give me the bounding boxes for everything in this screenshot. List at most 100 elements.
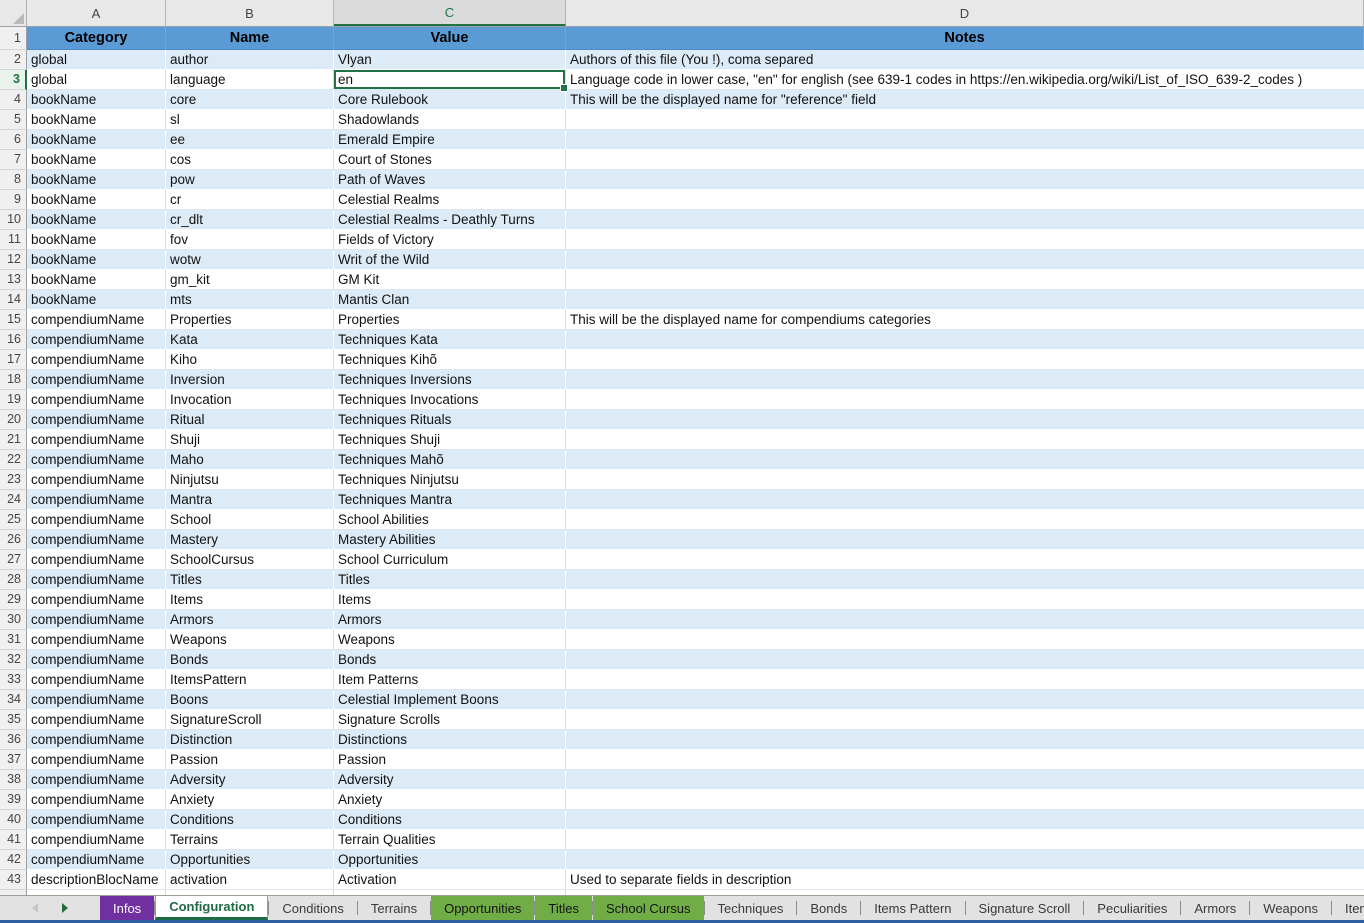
column-header-b[interactable]: B [166,0,334,26]
cell-notes[interactable] [566,430,1364,450]
cell-name[interactable]: Opportunities [166,850,334,870]
cell-category[interactable]: bookName [27,90,166,110]
header-cell-category[interactable]: Category [27,27,166,50]
cell-name[interactable]: Ninjutsu [166,470,334,490]
cell-value[interactable]: Terrain Qualities [334,830,566,850]
cell-value[interactable]: Celestial Realms - Deathly Turns [334,210,566,230]
row-header[interactable]: 18 [0,370,27,390]
cell-value[interactable]: Activation [334,870,566,890]
cell-value[interactable]: GM Kit [334,270,566,290]
cell-value[interactable]: Armors [334,610,566,630]
row-header[interactable]: 12 [0,250,27,270]
cell-category[interactable]: compendiumName [27,690,166,710]
cell-name[interactable]: School [166,510,334,530]
cell-category[interactable]: compendiumName [27,610,166,630]
cell-notes[interactable] [566,290,1364,310]
cell-value[interactable]: Items [334,590,566,610]
cell-value[interactable]: Mantis Clan [334,290,566,310]
cell-category[interactable]: compendiumName [27,570,166,590]
select-all-corner[interactable] [0,0,27,26]
row-header[interactable]: 37 [0,750,27,770]
cell-name[interactable]: Properties [166,310,334,330]
cell-notes[interactable] [566,350,1364,370]
row-header[interactable]: 2 [0,50,27,70]
row-header[interactable]: 28 [0,570,27,590]
row-header[interactable]: 34 [0,690,27,710]
cell-category[interactable]: compendiumName [27,350,166,370]
column-header-a[interactable]: A [27,0,166,26]
cell-category[interactable]: compendiumName [27,790,166,810]
cell-category[interactable]: compendiumName [27,710,166,730]
cell-value[interactable]: Passion [334,750,566,770]
cell-value[interactable]: Mastery Abilities [334,530,566,550]
cell-category[interactable]: compendiumName [27,750,166,770]
cell-notes[interactable] [566,550,1364,570]
cell-notes[interactable] [566,730,1364,750]
sheet-tab-opportunities[interactable]: Opportunities [431,896,534,920]
cell-category[interactable]: compendiumName [27,650,166,670]
sheet-tab-configuration[interactable]: Configuration [155,896,268,920]
cell-category[interactable]: compendiumName [27,550,166,570]
cell-name[interactable]: Kiho [166,350,334,370]
cell-category[interactable]: compendiumName [27,810,166,830]
cell-value[interactable]: Bonds [334,650,566,670]
cell-notes[interactable] [566,410,1364,430]
sheet-tab-items-pattern[interactable]: Items Pattern [861,896,964,920]
tab-scroll-right-icon[interactable] [62,903,68,913]
cell-category[interactable]: compendiumName [27,410,166,430]
cell-value[interactable]: Signature Scrolls [334,710,566,730]
cell-category[interactable]: compendiumName [27,430,166,450]
sheet-tab-techniques[interactable]: Techniques [705,896,797,920]
row-header[interactable]: 13 [0,270,27,290]
row-header[interactable]: 8 [0,170,27,190]
cell-name[interactable]: ee [166,130,334,150]
row-header[interactable]: 14 [0,290,27,310]
cell-name[interactable]: Invocation [166,390,334,410]
row-header[interactable]: 6 [0,130,27,150]
cell-name[interactable]: Shuji [166,430,334,450]
cell-name[interactable]: Passion [166,750,334,770]
cell-value[interactable]: Titles [334,570,566,590]
cell-notes[interactable] [566,230,1364,250]
row-header[interactable]: 16 [0,330,27,350]
row-header[interactable]: 41 [0,830,27,850]
cell-category[interactable]: bookName [27,190,166,210]
cell-category[interactable]: global [27,70,166,90]
cell-notes[interactable]: This will be the displayed name for "ref… [566,90,1364,110]
cell-notes[interactable] [566,150,1364,170]
cell-value[interactable]: Properties [334,310,566,330]
row-header[interactable]: 31 [0,630,27,650]
cell-notes[interactable] [566,270,1364,290]
cell-value[interactable]: Core Rulebook [334,90,566,110]
cell-notes[interactable] [566,110,1364,130]
row-header[interactable]: 10 [0,210,27,230]
cell-value[interactable]: Opportunities [334,850,566,870]
cell-name[interactable]: Boons [166,690,334,710]
cell-notes[interactable] [566,330,1364,350]
cell-name[interactable]: Conditions [166,810,334,830]
cell-notes[interactable] [566,210,1364,230]
cell-name[interactable]: Armors [166,610,334,630]
sheet-tab-signature-scroll[interactable]: Signature Scroll [966,896,1084,920]
cell-name[interactable]: Items [166,590,334,610]
cell-name[interactable]: author [166,50,334,70]
cell-notes[interactable] [566,370,1364,390]
cell-notes[interactable] [566,190,1364,210]
cell-value[interactable]: Shadowlands [334,110,566,130]
cell-category[interactable]: bookName [27,290,166,310]
cell-value[interactable]: Techniques Shuji [334,430,566,450]
cell-value[interactable]: Techniques Rituals [334,410,566,430]
row-header[interactable]: 36 [0,730,27,750]
cell-category[interactable]: bookName [27,170,166,190]
row-header[interactable]: 29 [0,590,27,610]
cell-notes[interactable] [566,650,1364,670]
cell-notes[interactable] [566,710,1364,730]
cell-value[interactable]: Distinctions [334,730,566,750]
row-header[interactable]: 21 [0,430,27,450]
cell-notes[interactable]: Authors of this file (You !), coma separ… [566,50,1364,70]
cell-name[interactable]: SignatureScroll [166,710,334,730]
cell-name[interactable]: Inversion [166,370,334,390]
cell-name[interactable]: wotw [166,250,334,270]
row-header[interactable]: 39 [0,790,27,810]
cell-name[interactable]: language [166,70,334,90]
